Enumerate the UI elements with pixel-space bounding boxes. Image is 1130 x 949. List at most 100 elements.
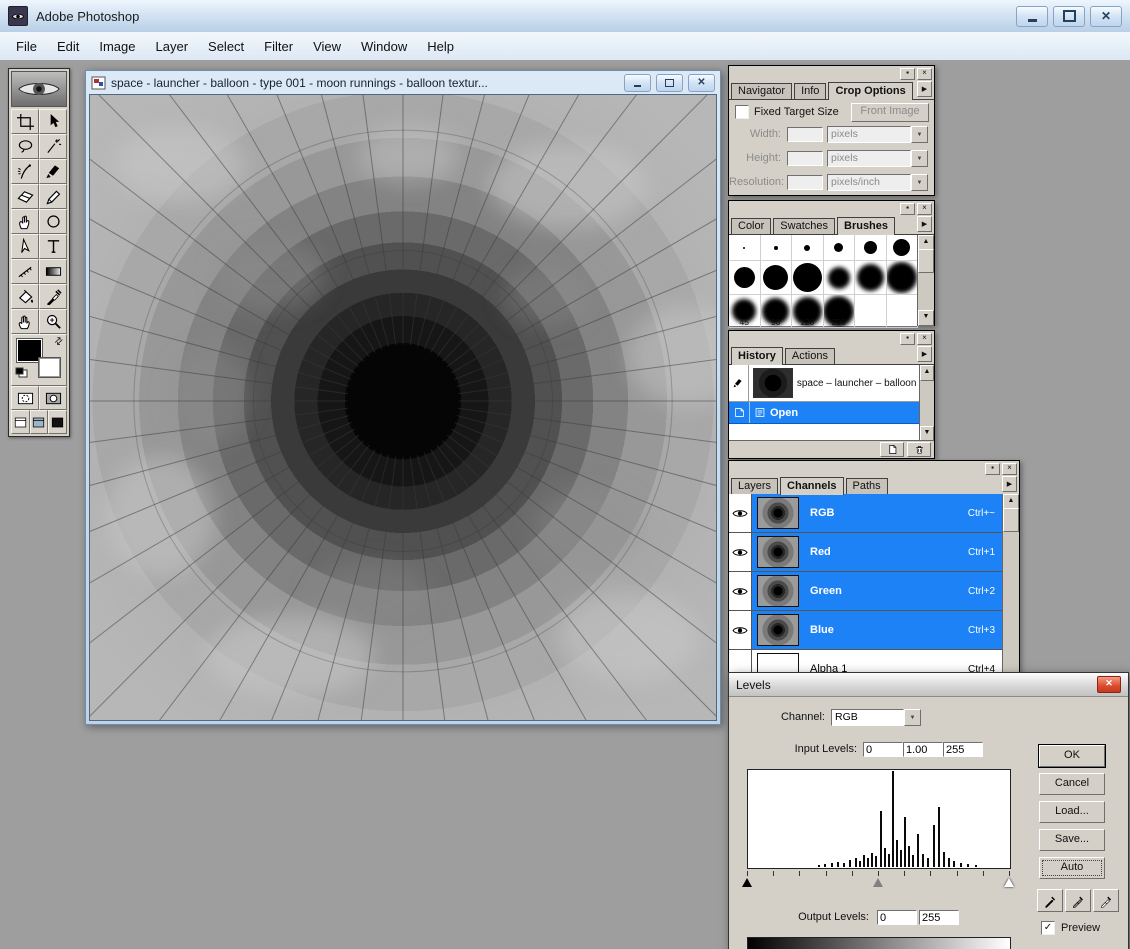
measure-tool[interactable] bbox=[11, 259, 39, 284]
menu-view[interactable]: View bbox=[303, 34, 351, 59]
chevron-down-icon[interactable]: ▼ bbox=[911, 174, 928, 191]
brush-preset[interactable] bbox=[729, 235, 761, 261]
tab-info[interactable]: Info bbox=[794, 83, 826, 99]
document-titlebar[interactable]: space - launcher - balloon - type 001 - … bbox=[89, 71, 717, 94]
channel-dropdown[interactable]: RGB ▼ bbox=[831, 709, 921, 726]
scrollbar[interactable]: ▲ ▼ bbox=[919, 365, 934, 442]
doc-close-button[interactable]: ✕ bbox=[688, 74, 715, 92]
palette-close-button[interactable]: × bbox=[917, 68, 932, 80]
brush-preset[interactable] bbox=[855, 235, 887, 261]
palette-minimize-button[interactable]: ▪ bbox=[900, 203, 915, 215]
gray-eyedropper-button[interactable] bbox=[1065, 889, 1091, 912]
channel-row-blue[interactable]: BlueCtrl+3 bbox=[729, 611, 1003, 650]
lasso-tool[interactable] bbox=[11, 134, 39, 159]
width-unit-dropdown[interactable]: pixels ▼ bbox=[827, 126, 928, 143]
focus-tool[interactable] bbox=[39, 209, 67, 234]
palette-menu-arrow-icon[interactable]: ▶ bbox=[917, 81, 932, 97]
menu-image[interactable]: Image bbox=[89, 34, 145, 59]
palette-close-button[interactable]: × bbox=[917, 203, 932, 215]
tab-brushes[interactable]: Brushes bbox=[837, 217, 895, 235]
visibility-toggle[interactable] bbox=[729, 611, 752, 649]
hand-tool[interactable] bbox=[11, 309, 39, 334]
brush-preset[interactable] bbox=[761, 235, 793, 261]
brush-preset[interactable] bbox=[729, 261, 761, 295]
brush-preset[interactable] bbox=[824, 235, 856, 261]
palette-menu-arrow-icon[interactable]: ▶ bbox=[917, 346, 932, 362]
direct-select-tool[interactable] bbox=[11, 234, 39, 259]
scrollbar[interactable]: ▲ ▼ bbox=[917, 235, 934, 326]
auto-button[interactable]: Auto bbox=[1039, 857, 1105, 879]
standard-mode-button[interactable] bbox=[11, 386, 39, 410]
history-brush-source[interactable] bbox=[729, 365, 749, 401]
menu-edit[interactable]: Edit bbox=[47, 34, 89, 59]
dialog-close-button[interactable]: ✕ bbox=[1097, 676, 1121, 693]
tab-layers[interactable]: Layers bbox=[731, 478, 778, 494]
tab-swatches[interactable]: Swatches bbox=[773, 218, 835, 234]
quick-mask-mode-button[interactable] bbox=[39, 386, 67, 410]
fullscreen-button[interactable] bbox=[48, 410, 67, 434]
channel-row-red[interactable]: RedCtrl+1 bbox=[729, 533, 1003, 572]
resolution-unit-dropdown[interactable]: pixels/inch ▼ bbox=[827, 174, 928, 191]
scrollbar[interactable]: ▲ ▼ bbox=[1002, 494, 1019, 699]
scroll-down-icon[interactable]: ▼ bbox=[918, 310, 934, 326]
chevron-down-icon[interactable]: ▼ bbox=[911, 126, 928, 143]
background-color-swatch[interactable] bbox=[39, 358, 60, 377]
new-snapshot-button[interactable] bbox=[880, 442, 904, 457]
history-snapshot-row[interactable]: space – launcher – balloon ... bbox=[729, 365, 920, 402]
brush-preset[interactable] bbox=[887, 235, 919, 261]
visibility-toggle[interactable] bbox=[729, 533, 752, 571]
channel-row-green[interactable]: GreenCtrl+2 bbox=[729, 572, 1003, 611]
standard-screen-button[interactable] bbox=[11, 410, 30, 434]
delete-button[interactable] bbox=[907, 442, 931, 457]
palette-minimize-button[interactable]: ▪ bbox=[985, 463, 1000, 475]
visibility-toggle[interactable] bbox=[729, 494, 752, 532]
cancel-button[interactable]: Cancel bbox=[1039, 773, 1105, 795]
brush-preset[interactable] bbox=[824, 261, 856, 295]
tab-navigator[interactable]: Navigator bbox=[731, 83, 792, 99]
type-tool[interactable] bbox=[39, 234, 67, 259]
move-tool[interactable] bbox=[39, 109, 67, 134]
tab-channels[interactable]: Channels bbox=[780, 477, 844, 495]
output-white-point[interactable] bbox=[919, 910, 959, 925]
brush-preset[interactable]: 90 bbox=[761, 295, 793, 328]
width-input[interactable] bbox=[787, 127, 823, 142]
scrollbar-thumb[interactable] bbox=[918, 249, 934, 273]
resolution-input[interactable] bbox=[787, 175, 823, 190]
close-button[interactable]: ✕ bbox=[1090, 6, 1122, 27]
brush-preset[interactable]: 120 bbox=[792, 295, 824, 328]
preview-checkbox[interactable]: ✓ bbox=[1041, 921, 1055, 935]
tab-color[interactable]: Color bbox=[731, 218, 771, 234]
brush-preset[interactable] bbox=[761, 261, 793, 295]
menu-select[interactable]: Select bbox=[198, 34, 254, 59]
visibility-toggle[interactable] bbox=[729, 572, 752, 610]
default-colors-icon[interactable] bbox=[15, 365, 28, 383]
white-point-slider[interactable] bbox=[1004, 878, 1014, 887]
pencil-tool[interactable] bbox=[39, 184, 67, 209]
doc-restore-button[interactable] bbox=[656, 74, 683, 92]
paint-bucket-tool[interactable] bbox=[11, 284, 39, 309]
menu-window[interactable]: Window bbox=[351, 34, 417, 59]
crop-tool[interactable] bbox=[11, 109, 39, 134]
palette-minimize-button[interactable]: ▪ bbox=[900, 333, 915, 345]
canvas-area[interactable] bbox=[89, 94, 717, 721]
brush-preset[interactable] bbox=[887, 261, 919, 295]
doc-minimize-button[interactable] bbox=[624, 74, 651, 92]
eyedropper-tool[interactable] bbox=[39, 284, 67, 309]
input-gamma[interactable] bbox=[903, 742, 943, 757]
palette-close-button[interactable]: × bbox=[1002, 463, 1017, 475]
magic-wand-tool[interactable] bbox=[39, 134, 67, 159]
airbrush-tool[interactable] bbox=[11, 159, 39, 184]
palette-close-button[interactable]: × bbox=[917, 333, 932, 345]
chevron-down-icon[interactable]: ▼ bbox=[904, 709, 921, 726]
tab-history[interactable]: History bbox=[731, 347, 783, 365]
smudge-tool[interactable] bbox=[11, 209, 39, 234]
ok-button[interactable]: OK bbox=[1039, 745, 1105, 767]
input-white-point[interactable] bbox=[943, 742, 983, 757]
eraser-tool[interactable] bbox=[11, 184, 39, 209]
brush-preset[interactable] bbox=[855, 261, 887, 295]
gamma-slider[interactable] bbox=[873, 878, 883, 887]
tab-paths[interactable]: Paths bbox=[846, 478, 888, 494]
menu-filter[interactable]: Filter bbox=[254, 34, 303, 59]
palette-menu-arrow-icon[interactable]: ▶ bbox=[1002, 476, 1017, 492]
maximize-button[interactable] bbox=[1053, 6, 1085, 27]
